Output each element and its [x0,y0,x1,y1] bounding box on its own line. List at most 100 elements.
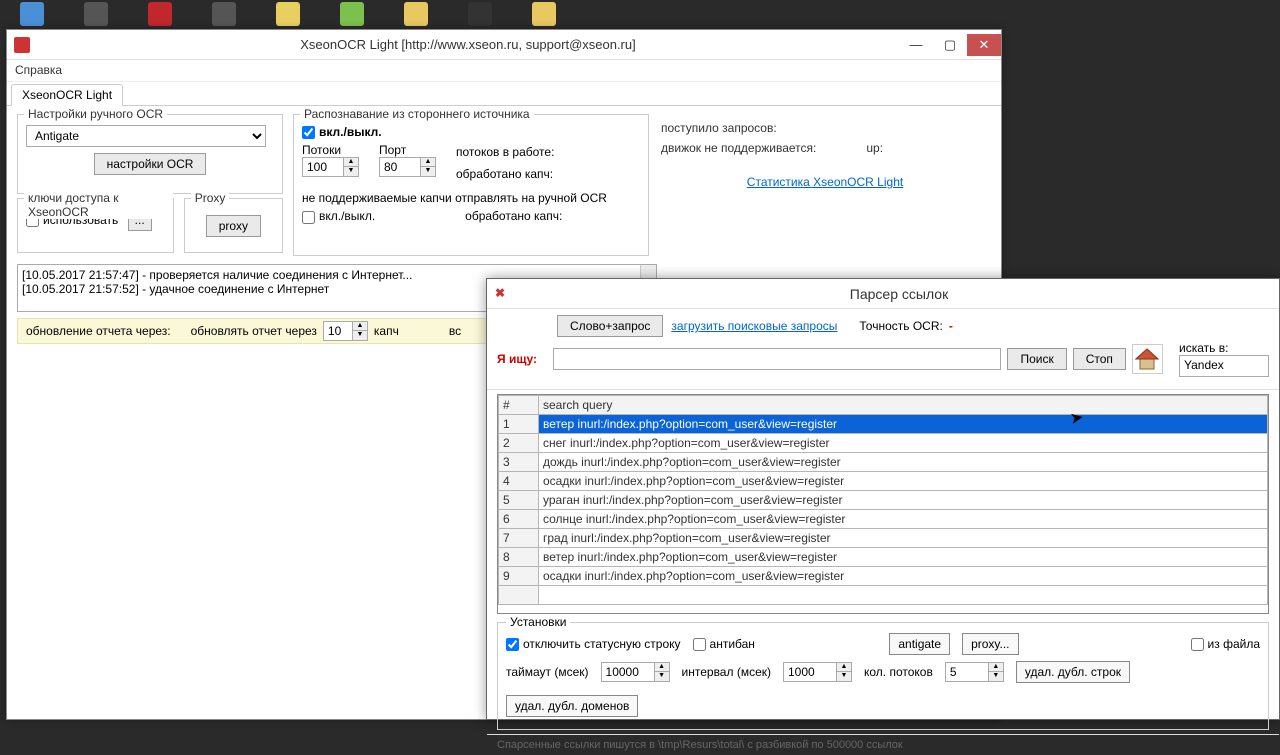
load-queries-link[interactable]: загрузить поисковые запросы [671,319,837,333]
vs-label: вс [449,324,461,338]
threads-spinner[interactable]: ▲▼ [302,157,359,177]
ocr-settings-button[interactable]: настройки OCR [94,153,207,175]
table-row[interactable]: 5ураган inurl:/index.php?option=com_user… [499,491,1268,510]
engine-select[interactable]: Yandex [1179,355,1269,377]
row-number: 6 [499,510,539,529]
titlebar[interactable]: ✖ Парсер ссылок [487,279,1279,309]
timeout-label: таймаут (мсек) [506,665,589,679]
parser-window: ✖ Парсер ссылок Слово+запрос загрузить п… [486,278,1280,720]
ocr-service-select[interactable]: Antigate [26,125,266,147]
stats-engine: движок не поддерживается: [661,138,816,158]
proxy-group-title: Proxy [191,191,230,205]
from-file-checkbox[interactable] [1191,638,1204,651]
ocr-accuracy-label: Точность OCR: [859,319,942,333]
query-grid[interactable]: # search query 1ветер inurl:/index.php?o… [497,394,1269,614]
refresh-label: обновлять отчет через [191,324,317,338]
port-label: Порт [379,143,436,157]
threads-label: Потоки [302,143,359,157]
onoff-checkbox-label[interactable]: вкл./выкл. [302,125,382,139]
col-query[interactable]: search query [539,396,1268,415]
refresh-spinner[interactable]: ▲▼ [323,321,368,341]
close-button[interactable]: ✕ [967,34,1001,56]
threads-working-label: потоков в работе: [456,145,554,159]
stats-up: up: [866,138,883,158]
word-query-button[interactable]: Слово+запрос [557,315,663,337]
app-icon [14,37,30,53]
stats-panel: поступило запросов: движок не поддержива… [657,112,993,198]
table-row[interactable]: 8ветер inurl:/index.php?option=com_user&… [499,548,1268,567]
footer-note: Спарсенные ссылки пишутся в \tmp\Resurs\… [487,734,1279,755]
recog-group-title: Распознавание из стороннего источника [300,107,534,121]
table-row[interactable]: 4осадки inurl:/index.php?option=com_user… [499,472,1268,491]
table-row[interactable]: 3дождь inurl:/index.php?option=com_user&… [499,453,1268,472]
keys-group-title: ключи доступа к XseonOCR [24,191,173,219]
stats-link[interactable]: Статистика XseonOCR Light [747,175,903,189]
table-row[interactable]: 6солнце inurl:/index.php?option=com_user… [499,510,1268,529]
disable-status-checkbox[interactable] [506,638,519,651]
ocr-group-title: Настройки ручного OCR [24,107,167,121]
stats-requests: поступило запросов: [661,118,989,138]
minimize-button[interactable]: — [899,34,933,56]
row-number: 5 [499,491,539,510]
table-row[interactable]: 2снег inurl:/index.php?option=com_user&v… [499,434,1268,453]
unsupported-label: не поддерживаемые капчи отправлять на ру… [302,191,640,205]
interval-spinner[interactable]: ▲▼ [783,662,852,682]
port-spinner[interactable]: ▲▼ [379,157,436,177]
row-number: 3 [499,453,539,472]
onoff-checkbox[interactable] [302,126,315,139]
row-query: осадки inurl:/index.php?option=com_user&… [539,472,1268,491]
maximize-button[interactable]: ▢ [933,34,967,56]
ocr-accuracy-value: - [949,319,953,333]
onoff2-checkbox-label[interactable]: вкл./выкл. [302,209,375,223]
row-number: 7 [499,529,539,548]
home-icon[interactable] [1132,344,1163,374]
antiban-checkbox[interactable] [693,638,706,651]
row-query: град inurl:/index.php?option=com_user&vi… [539,529,1268,548]
window-title: XseonOCR Light [http://www.xseon.ru, sup… [37,37,899,52]
row-query: осадки inurl:/index.php?option=com_user&… [539,567,1268,586]
search-button[interactable]: Поиск [1007,348,1066,370]
col-number[interactable]: # [499,396,539,415]
antigate-button[interactable]: antigate [889,633,950,655]
timeout-spinner[interactable]: ▲▼ [601,662,670,682]
row-query: ветер inurl:/index.php?option=com_user&v… [539,548,1268,567]
update-label: обновление отчета через: [26,324,171,338]
table-row[interactable]: 7град inurl:/index.php?option=com_user&v… [499,529,1268,548]
captcha-done2-label: обработано капч: [465,209,562,223]
captch-label: капч [374,324,399,338]
search-in-label: искать в: [1179,341,1269,355]
row-number: 8 [499,548,539,567]
search-input[interactable] [553,348,1001,370]
row-query: снег inurl:/index.php?option=com_user&vi… [539,434,1268,453]
proxy-button[interactable]: proxy... [962,633,1018,655]
close-icon[interactable]: ✖ [495,286,511,302]
remove-dup-domains-button[interactable]: удал. дубл. доменов [506,695,638,717]
titlebar[interactable]: XseonOCR Light [http://www.xseon.ru, sup… [7,30,1001,60]
threads-label: кол. потоков [864,665,933,679]
row-query: дождь inurl:/index.php?option=com_user&v… [539,453,1268,472]
row-number: 4 [499,472,539,491]
proxy-button[interactable]: proxy [206,215,261,237]
row-number: 9 [499,567,539,586]
table-row[interactable]: 1ветер inurl:/index.php?option=com_user&… [499,415,1268,434]
row-query: солнце inurl:/index.php?option=com_user&… [539,510,1268,529]
proxy-group: Proxy proxy [184,198,283,253]
window-title: Парсер ссылок [519,286,1279,302]
menu-help[interactable]: Справка [7,60,1001,82]
captcha-done-label: обработано капч: [456,167,554,181]
settings-group: Установки отключить статусную строку ант… [497,622,1269,730]
recognition-group: Распознавание из стороннего источника вк… [293,114,649,256]
stop-button[interactable]: Стоп [1073,348,1126,370]
disable-status-label[interactable]: отключить статусную строку [506,637,681,651]
threads-spinner[interactable]: ▲▼ [945,662,1004,682]
remove-dup-lines-button[interactable]: удал. дубл. строк [1016,661,1130,683]
row-number: 2 [499,434,539,453]
row-query: ураган inurl:/index.php?option=com_user&… [539,491,1268,510]
tab-xseonocr[interactable]: XseonOCR Light [11,84,123,106]
from-file-label[interactable]: из файла [1191,637,1260,651]
keys-group: ключи доступа к XseonOCR использовать ..… [17,198,174,253]
onoff2-checkbox[interactable] [302,211,315,224]
antiban-label[interactable]: антибан [693,637,755,651]
table-row[interactable]: 9осадки inurl:/index.php?option=com_user… [499,567,1268,586]
settings-title: Установки [506,615,570,629]
